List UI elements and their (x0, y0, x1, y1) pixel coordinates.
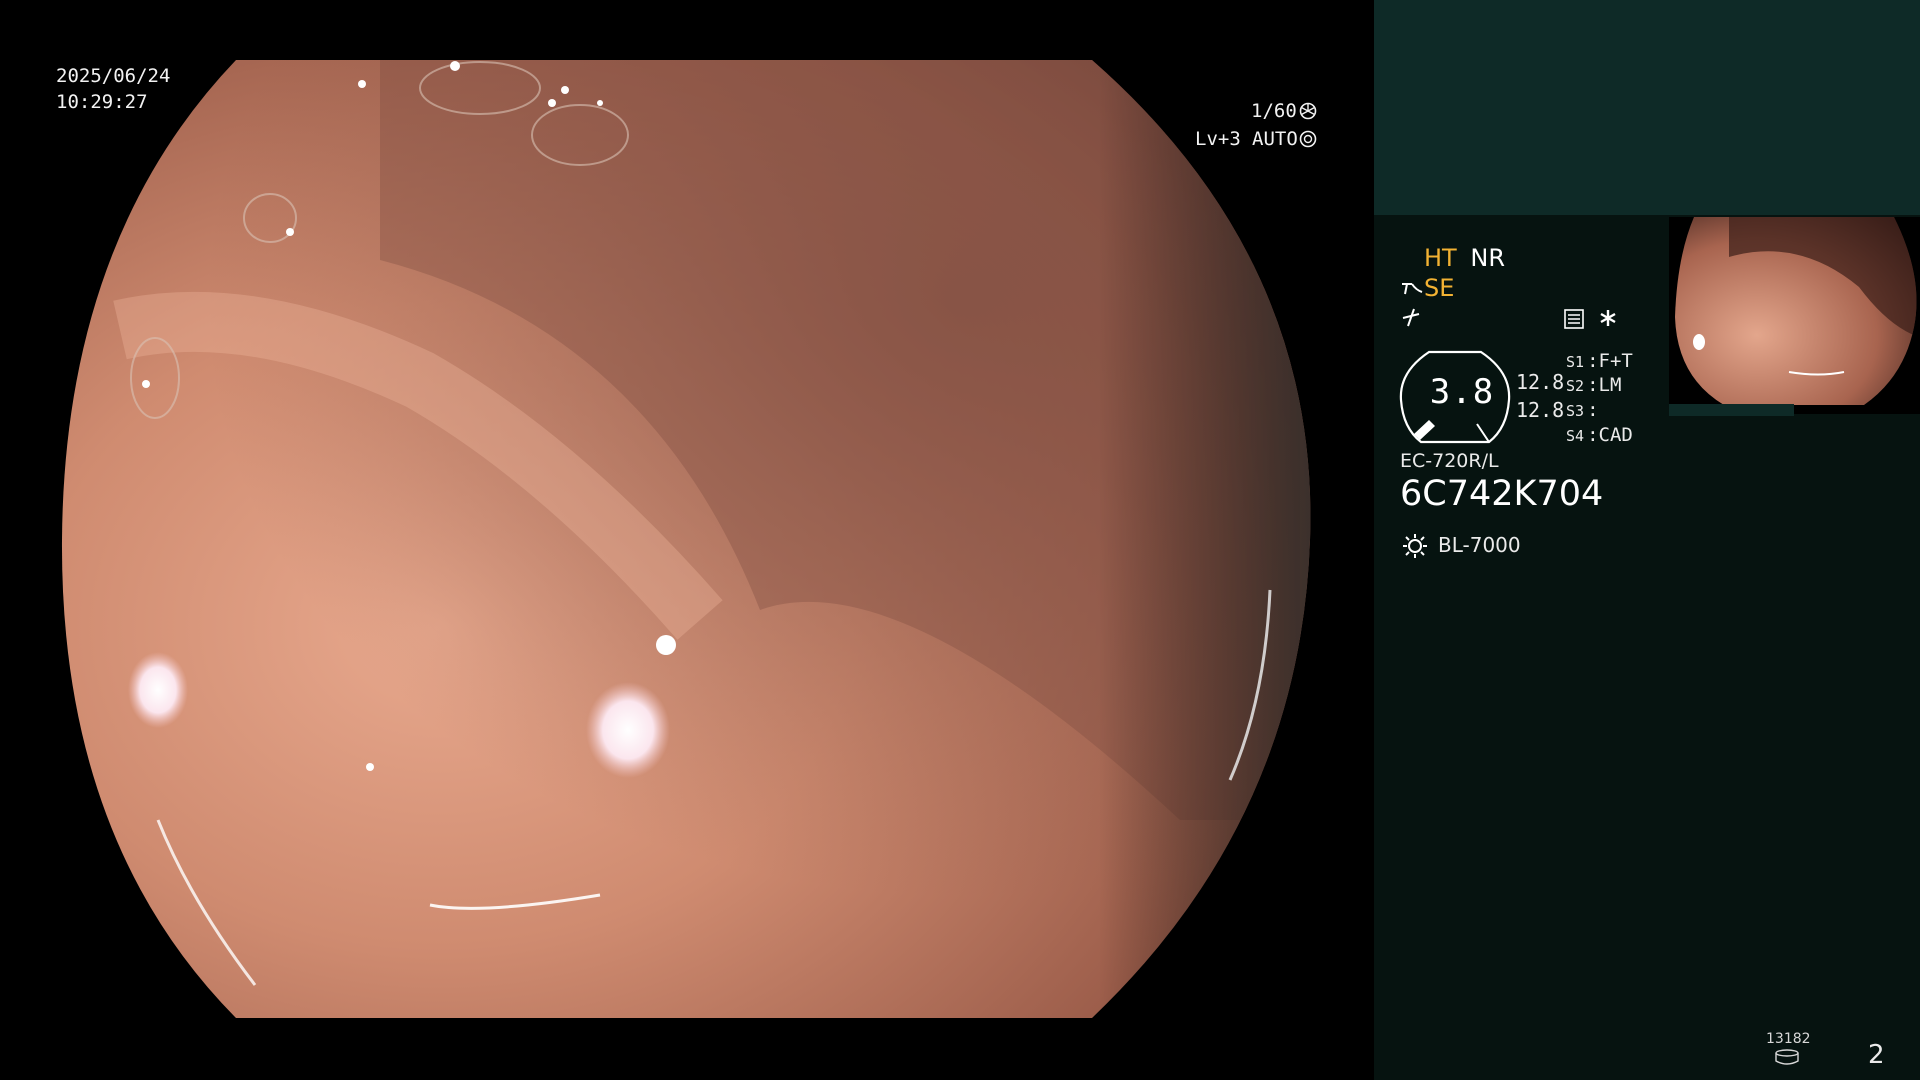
asterisk-icon (1598, 308, 1618, 332)
shutter-icon (1299, 102, 1317, 124)
slot-key: S3 (1566, 402, 1585, 420)
enhancement-icon (1400, 278, 1424, 302)
endoscope-image (61, 60, 1311, 1018)
slot-key: S2 (1566, 377, 1585, 395)
thumbnail-image (1675, 217, 1917, 405)
scope-serial: 6C742K704 (1400, 474, 1604, 514)
gauge-value: 3.8 (1429, 372, 1495, 412)
se-mode-label-wrap: SE (1424, 274, 1454, 302)
shutter-speed-label: 1/60 (1251, 100, 1297, 122)
storage-disk-icon (1774, 1049, 1800, 1069)
ht-mode-label: HT (1424, 244, 1457, 272)
thumbnail-preview[interactable] (1669, 217, 1920, 414)
iris-icon (1299, 130, 1317, 152)
slot-value: CAD (1598, 424, 1633, 446)
nr-mode-label: NR (1470, 244, 1505, 272)
slot-value: LM (1598, 374, 1622, 396)
date-label: 2025/06/24 (56, 65, 171, 87)
slot-key: S1 (1566, 353, 1585, 371)
slot-s3: S3: (1566, 399, 1599, 421)
exposure-mode-label: AUTO (1252, 128, 1298, 150)
gauge-top-value: 12.8 (1516, 370, 1565, 394)
light-source-label: BL-7000 (1438, 533, 1521, 557)
page-number: 2 (1868, 1040, 1885, 1070)
slot-s1: S1:F+T (1566, 350, 1633, 372)
exposure-level-label: Lv+3 (1195, 128, 1241, 150)
slot-s4: S4:CAD (1566, 424, 1633, 446)
slot-key: S4 (1566, 427, 1585, 445)
scope-model: EC-720R/L (1400, 450, 1499, 472)
capture-setting-icon (1563, 308, 1585, 334)
se-mode-label: SE (1424, 274, 1455, 302)
mode-indicators-row: HT NR (1424, 244, 1505, 272)
time-label: 10:29:27 (56, 91, 148, 113)
gauge-bottom-value: 12.8 (1516, 398, 1565, 422)
slot-s2: S2:LM (1566, 374, 1622, 396)
freeze-icon (1400, 306, 1422, 332)
thumbnail-status-bar (1669, 404, 1794, 416)
endoscope-view (0, 0, 1373, 1080)
right-top-panel (1374, 0, 1920, 215)
light-source-icon (1401, 532, 1429, 564)
storage-count: 13182 (1766, 1031, 1811, 1047)
slot-value: F+T (1598, 350, 1633, 372)
